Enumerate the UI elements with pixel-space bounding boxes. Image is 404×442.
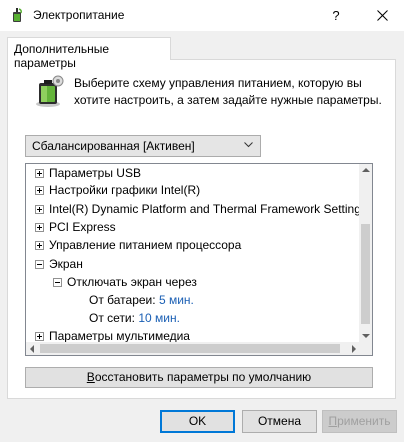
scroll-left-arrow-icon[interactable] xyxy=(30,345,34,353)
scroll-up-arrow-icon[interactable] xyxy=(362,168,370,172)
scroll-down-arrow-icon[interactable] xyxy=(362,334,370,338)
expand-plus-icon[interactable] xyxy=(35,241,44,250)
settings-tree[interactable]: Параметры USB Настройки графики Intel(R)… xyxy=(25,163,373,356)
vertical-scroll-thumb[interactable] xyxy=(361,224,370,324)
expand-plus-icon[interactable] xyxy=(35,169,44,178)
expand-plus-icon[interactable] xyxy=(35,205,44,214)
setting-value[interactable]: 5 мин. xyxy=(159,293,194,307)
power-options-icon xyxy=(13,8,22,22)
expand-plus-icon[interactable] xyxy=(35,186,44,195)
power-plan-selected: Сбалансированная [Активен] xyxy=(32,139,195,153)
scrollbar-corner xyxy=(359,342,372,355)
settings-tree-content: Параметры USB Настройки графики Intel(R)… xyxy=(26,164,360,342)
ok-button[interactable]: OK xyxy=(160,410,235,433)
collapse-minus-icon[interactable] xyxy=(53,278,62,287)
title-bar: Электропитание ? xyxy=(0,0,404,31)
power-plan-select[interactable]: Сбалансированная [Активен] xyxy=(25,135,261,157)
scroll-right-arrow-icon[interactable] xyxy=(352,345,356,353)
tree-item-plugged-in[interactable]: От сети: 10 мин. xyxy=(89,310,180,327)
setting-label: От сети: xyxy=(89,311,135,325)
setting-value[interactable]: 10 мин. xyxy=(138,311,180,325)
description-text: Выберите схему управления питанием, кото… xyxy=(74,76,382,107)
tree-item-on-battery[interactable]: От батареи: 5 мин. xyxy=(89,292,194,309)
battery-settings-icon xyxy=(36,75,64,107)
horizontal-scrollbar[interactable] xyxy=(26,342,360,355)
apply-button[interactable]: Применить xyxy=(322,410,397,433)
tab-advanced-settings[interactable]: Дополнительные параметры xyxy=(7,37,171,70)
window-title: Электропитание xyxy=(33,8,125,22)
restore-defaults-button[interactable]: Восстановить параметры по умолчанию xyxy=(25,367,373,388)
close-button[interactable] xyxy=(360,0,404,31)
chevron-down-icon xyxy=(244,142,253,148)
close-icon xyxy=(376,10,388,21)
horizontal-scroll-thumb[interactable] xyxy=(40,344,340,353)
collapse-minus-icon[interactable] xyxy=(35,260,44,269)
help-button[interactable]: ? xyxy=(316,0,356,31)
vertical-scrollbar[interactable] xyxy=(359,164,372,342)
expand-plus-icon[interactable] xyxy=(35,223,44,232)
cancel-button[interactable]: Отмена xyxy=(242,410,317,433)
setting-label: От батареи: xyxy=(89,293,156,307)
expand-plus-icon[interactable] xyxy=(35,332,44,341)
